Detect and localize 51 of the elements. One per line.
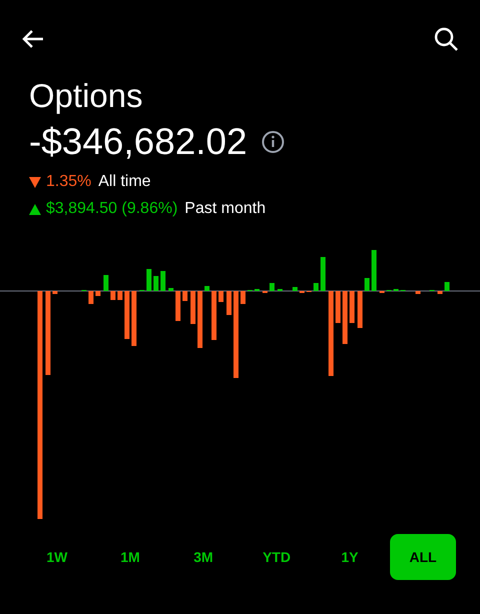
chart-bar [438, 291, 442, 294]
change-amount: 1.35% [46, 172, 92, 192]
chart-bar [444, 282, 450, 291]
chart-bar [160, 271, 166, 291]
chart-bar [132, 291, 136, 346]
chart-bar [104, 275, 108, 291]
time-range-tab[interactable]: YTD [244, 534, 310, 580]
chart-bar [110, 291, 116, 300]
page-title: Options [29, 76, 144, 116]
chart-bar [190, 291, 196, 324]
back-icon[interactable] [22, 29, 44, 49]
time-range-tab[interactable]: ALL [390, 534, 456, 580]
chart-bar [176, 291, 180, 321]
change-period: All time [98, 172, 151, 192]
chart-bar [212, 291, 216, 340]
chart-bar [146, 269, 152, 291]
chart-bar [52, 291, 58, 294]
chart-bar [226, 291, 232, 315]
chart-bar [372, 250, 376, 291]
chart-bar [218, 291, 224, 302]
chart-bar [118, 291, 122, 300]
chart-bar [124, 291, 130, 339]
chart-bar [314, 283, 318, 291]
time-range-tab[interactable]: 3M [170, 534, 236, 580]
chart-bar [350, 291, 354, 323]
chart-bar [198, 291, 202, 348]
chart-bar [320, 257, 326, 291]
down-triangle-icon [29, 176, 41, 188]
chart-bar [168, 288, 174, 291]
chart-bar [364, 278, 370, 291]
chart-bar [88, 291, 94, 304]
time-range-tab[interactable]: 1M [97, 534, 164, 580]
change-period: Past month [184, 199, 266, 219]
chart-bar [342, 291, 348, 344]
chart-bar [204, 286, 210, 291]
portfolio-value: -$346,682.02 [29, 120, 248, 164]
chart-bar [270, 283, 274, 291]
chart-bar [240, 291, 246, 304]
chart-bar [336, 291, 340, 323]
chart-bar [182, 291, 188, 301]
up-triangle-icon [29, 204, 41, 214]
chart-bar [154, 276, 158, 291]
chart-bar [96, 291, 100, 296]
time-range-tab[interactable]: 1Y [316, 534, 383, 580]
chart-bar [292, 287, 298, 291]
search-icon[interactable] [434, 27, 458, 51]
time-range-tab[interactable]: 1W [24, 534, 90, 580]
chart-bar [416, 291, 420, 294]
info-icon[interactable] [261, 130, 286, 154]
chart-bar [358, 291, 362, 328]
change-amount: $3,894.50 (9.86%) [46, 199, 178, 219]
